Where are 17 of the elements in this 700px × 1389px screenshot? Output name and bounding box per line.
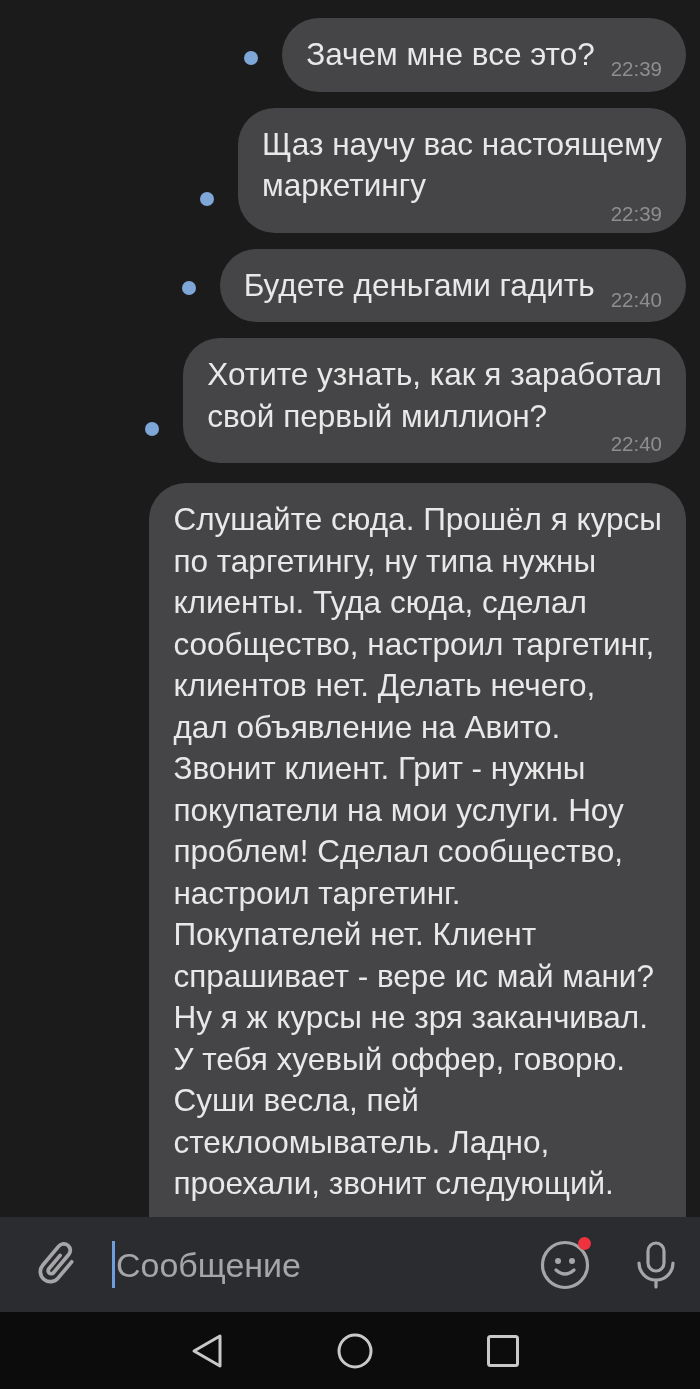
message-text: Щаз научу вас настоящему маркетингу xyxy=(261,125,662,203)
message-time: 22:40 xyxy=(610,434,662,454)
smiley-icon xyxy=(540,1239,590,1290)
back-icon[interactable] xyxy=(191,1332,223,1369)
home-icon[interactable] xyxy=(337,1332,373,1369)
message-text: Будете деньгами гадить xyxy=(243,266,595,303)
emoji-button[interactable] xyxy=(540,1239,590,1290)
placeholder-text: Сообщение xyxy=(116,1244,302,1286)
message-time: 22:40 xyxy=(610,289,662,310)
microphone-icon xyxy=(636,1240,676,1289)
message-time: 22:39 xyxy=(610,59,662,79)
message-text: Зачем мне все это? xyxy=(306,36,595,72)
message-text: Хотите узнать, как я заработал свой первый миллион? xyxy=(207,356,662,434)
message-text: Слушайте сюда. Прошёл я курсы по таргетингу, ну типа нужны клиенты. Туда сюда, сделал сообщество, настроил таргетинг, клиентов нет. Делать нечего, дал объявление на Авито. Звонит клиент. Грит - нужны покупатели на мои услуги. Ноу проблем! Сделал сообщество, настроил таргетинг. Покупателей нет. Клиент спрашивает - вере ис май мани? Ну я ж курсы не зря заканчивал. У тебя хуевый оффер, говорю. Суши весла, пей стеклоомыватель. Ладно, проехали, звонит следующий. xyxy=(173,501,662,1201)
message-time: 22:39 xyxy=(610,203,662,224)
recents-icon[interactable] xyxy=(487,1334,519,1367)
voice-button[interactable] xyxy=(636,1240,676,1289)
